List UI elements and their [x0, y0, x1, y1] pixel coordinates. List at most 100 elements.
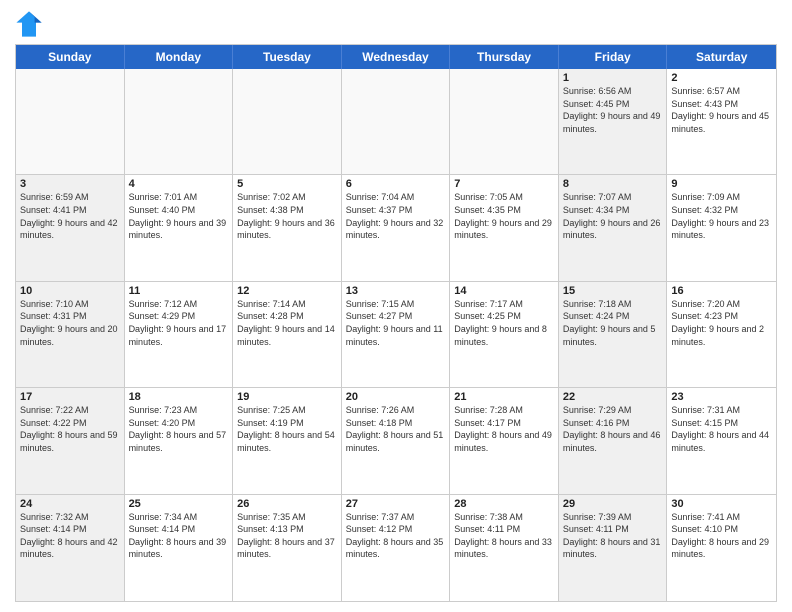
day-info: Sunrise: 7:32 AM Sunset: 4:14 PM Dayligh… [20, 511, 120, 561]
day-info: Sunrise: 7:34 AM Sunset: 4:14 PM Dayligh… [129, 511, 229, 561]
week-row-4: 17Sunrise: 7:22 AM Sunset: 4:22 PM Dayli… [16, 388, 776, 494]
day-cell-22: 22Sunrise: 7:29 AM Sunset: 4:16 PM Dayli… [559, 388, 668, 493]
day-number: 27 [346, 498, 446, 510]
week-row-2: 3Sunrise: 6:59 AM Sunset: 4:41 PM Daylig… [16, 175, 776, 281]
day-info: Sunrise: 7:23 AM Sunset: 4:20 PM Dayligh… [129, 404, 229, 454]
day-header-friday: Friday [559, 45, 668, 69]
day-cell-24: 24Sunrise: 7:32 AM Sunset: 4:14 PM Dayli… [16, 495, 125, 601]
day-info: Sunrise: 6:56 AM Sunset: 4:45 PM Dayligh… [563, 85, 663, 135]
day-number: 3 [20, 178, 120, 190]
day-cell-empty-0-0 [16, 69, 125, 174]
day-cell-19: 19Sunrise: 7:25 AM Sunset: 4:19 PM Dayli… [233, 388, 342, 493]
day-info: Sunrise: 7:37 AM Sunset: 4:12 PM Dayligh… [346, 511, 446, 561]
day-info: Sunrise: 7:22 AM Sunset: 4:22 PM Dayligh… [20, 404, 120, 454]
day-number: 9 [671, 178, 772, 190]
day-cell-11: 11Sunrise: 7:12 AM Sunset: 4:29 PM Dayli… [125, 282, 234, 387]
calendar-header: SundayMondayTuesdayWednesdayThursdayFrid… [16, 45, 776, 69]
day-number: 2 [671, 72, 772, 84]
day-number: 7 [454, 178, 554, 190]
day-info: Sunrise: 7:01 AM Sunset: 4:40 PM Dayligh… [129, 191, 229, 241]
day-info: Sunrise: 7:26 AM Sunset: 4:18 PM Dayligh… [346, 404, 446, 454]
day-number: 24 [20, 498, 120, 510]
day-info: Sunrise: 7:12 AM Sunset: 4:29 PM Dayligh… [129, 298, 229, 348]
day-cell-29: 29Sunrise: 7:39 AM Sunset: 4:11 PM Dayli… [559, 495, 668, 601]
day-number: 22 [563, 391, 663, 403]
day-cell-21: 21Sunrise: 7:28 AM Sunset: 4:17 PM Dayli… [450, 388, 559, 493]
logo [15, 10, 47, 38]
day-cell-27: 27Sunrise: 7:37 AM Sunset: 4:12 PM Dayli… [342, 495, 451, 601]
day-info: Sunrise: 7:29 AM Sunset: 4:16 PM Dayligh… [563, 404, 663, 454]
day-number: 5 [237, 178, 337, 190]
day-info: Sunrise: 7:38 AM Sunset: 4:11 PM Dayligh… [454, 511, 554, 561]
day-number: 25 [129, 498, 229, 510]
day-info: Sunrise: 7:18 AM Sunset: 4:24 PM Dayligh… [563, 298, 663, 348]
day-number: 10 [20, 285, 120, 297]
day-header-saturday: Saturday [667, 45, 776, 69]
week-row-5: 24Sunrise: 7:32 AM Sunset: 4:14 PM Dayli… [16, 495, 776, 601]
day-cell-8: 8Sunrise: 7:07 AM Sunset: 4:34 PM Daylig… [559, 175, 668, 280]
calendar: SundayMondayTuesdayWednesdayThursdayFrid… [15, 44, 777, 602]
day-number: 13 [346, 285, 446, 297]
day-cell-23: 23Sunrise: 7:31 AM Sunset: 4:15 PM Dayli… [667, 388, 776, 493]
day-number: 1 [563, 72, 663, 84]
day-header-thursday: Thursday [450, 45, 559, 69]
day-number: 17 [20, 391, 120, 403]
day-number: 18 [129, 391, 229, 403]
day-info: Sunrise: 6:57 AM Sunset: 4:43 PM Dayligh… [671, 85, 772, 135]
day-cell-1: 1Sunrise: 6:56 AM Sunset: 4:45 PM Daylig… [559, 69, 668, 174]
day-number: 15 [563, 285, 663, 297]
day-info: Sunrise: 7:17 AM Sunset: 4:25 PM Dayligh… [454, 298, 554, 348]
week-row-1: 1Sunrise: 6:56 AM Sunset: 4:45 PM Daylig… [16, 69, 776, 175]
day-cell-30: 30Sunrise: 7:41 AM Sunset: 4:10 PM Dayli… [667, 495, 776, 601]
day-info: Sunrise: 7:20 AM Sunset: 4:23 PM Dayligh… [671, 298, 772, 348]
day-number: 26 [237, 498, 337, 510]
day-number: 29 [563, 498, 663, 510]
day-info: Sunrise: 7:31 AM Sunset: 4:15 PM Dayligh… [671, 404, 772, 454]
day-number: 6 [346, 178, 446, 190]
day-number: 11 [129, 285, 229, 297]
day-number: 14 [454, 285, 554, 297]
day-cell-empty-0-3 [342, 69, 451, 174]
day-cell-5: 5Sunrise: 7:02 AM Sunset: 4:38 PM Daylig… [233, 175, 342, 280]
day-cell-empty-0-4 [450, 69, 559, 174]
day-cell-empty-0-2 [233, 69, 342, 174]
day-cell-28: 28Sunrise: 7:38 AM Sunset: 4:11 PM Dayli… [450, 495, 559, 601]
day-header-sunday: Sunday [16, 45, 125, 69]
day-cell-16: 16Sunrise: 7:20 AM Sunset: 4:23 PM Dayli… [667, 282, 776, 387]
day-info: Sunrise: 7:39 AM Sunset: 4:11 PM Dayligh… [563, 511, 663, 561]
logo-icon [15, 10, 43, 38]
day-header-monday: Monday [125, 45, 234, 69]
day-number: 16 [671, 285, 772, 297]
day-number: 8 [563, 178, 663, 190]
day-info: Sunrise: 7:09 AM Sunset: 4:32 PM Dayligh… [671, 191, 772, 241]
day-info: Sunrise: 7:02 AM Sunset: 4:38 PM Dayligh… [237, 191, 337, 241]
day-info: Sunrise: 7:41 AM Sunset: 4:10 PM Dayligh… [671, 511, 772, 561]
day-number: 20 [346, 391, 446, 403]
calendar-body: 1Sunrise: 6:56 AM Sunset: 4:45 PM Daylig… [16, 69, 776, 601]
day-info: Sunrise: 7:25 AM Sunset: 4:19 PM Dayligh… [237, 404, 337, 454]
day-cell-4: 4Sunrise: 7:01 AM Sunset: 4:40 PM Daylig… [125, 175, 234, 280]
week-row-3: 10Sunrise: 7:10 AM Sunset: 4:31 PM Dayli… [16, 282, 776, 388]
day-number: 21 [454, 391, 554, 403]
day-cell-7: 7Sunrise: 7:05 AM Sunset: 4:35 PM Daylig… [450, 175, 559, 280]
day-cell-empty-0-1 [125, 69, 234, 174]
day-number: 4 [129, 178, 229, 190]
day-cell-15: 15Sunrise: 7:18 AM Sunset: 4:24 PM Dayli… [559, 282, 668, 387]
day-cell-6: 6Sunrise: 7:04 AM Sunset: 4:37 PM Daylig… [342, 175, 451, 280]
day-number: 28 [454, 498, 554, 510]
day-info: Sunrise: 7:15 AM Sunset: 4:27 PM Dayligh… [346, 298, 446, 348]
day-number: 23 [671, 391, 772, 403]
day-cell-2: 2Sunrise: 6:57 AM Sunset: 4:43 PM Daylig… [667, 69, 776, 174]
day-cell-20: 20Sunrise: 7:26 AM Sunset: 4:18 PM Dayli… [342, 388, 451, 493]
day-number: 30 [671, 498, 772, 510]
day-info: Sunrise: 6:59 AM Sunset: 4:41 PM Dayligh… [20, 191, 120, 241]
day-cell-9: 9Sunrise: 7:09 AM Sunset: 4:32 PM Daylig… [667, 175, 776, 280]
day-number: 19 [237, 391, 337, 403]
day-cell-18: 18Sunrise: 7:23 AM Sunset: 4:20 PM Dayli… [125, 388, 234, 493]
day-info: Sunrise: 7:10 AM Sunset: 4:31 PM Dayligh… [20, 298, 120, 348]
day-cell-26: 26Sunrise: 7:35 AM Sunset: 4:13 PM Dayli… [233, 495, 342, 601]
day-info: Sunrise: 7:04 AM Sunset: 4:37 PM Dayligh… [346, 191, 446, 241]
day-info: Sunrise: 7:28 AM Sunset: 4:17 PM Dayligh… [454, 404, 554, 454]
day-info: Sunrise: 7:35 AM Sunset: 4:13 PM Dayligh… [237, 511, 337, 561]
day-cell-12: 12Sunrise: 7:14 AM Sunset: 4:28 PM Dayli… [233, 282, 342, 387]
